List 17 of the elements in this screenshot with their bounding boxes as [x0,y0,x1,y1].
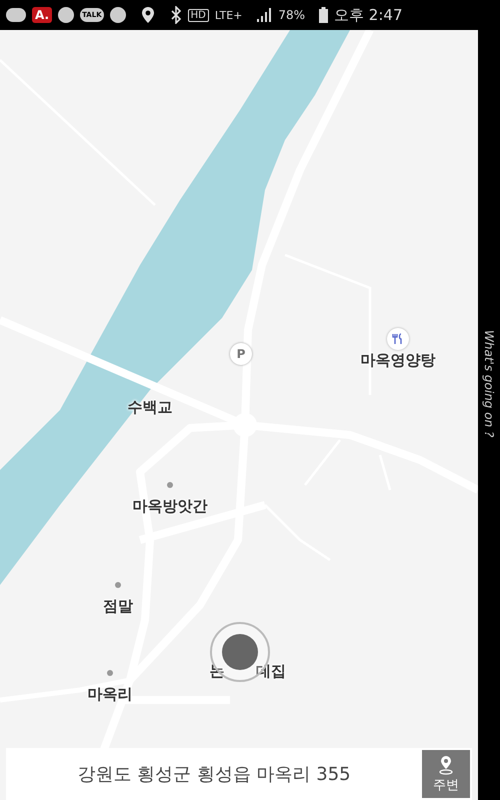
place-label[interactable]: 마옥영양탕 [360,351,436,370]
nearby-button[interactable]: 주변 [422,750,470,798]
network-type-label: LTE+ [214,8,242,22]
clock: 오후 2:47 [334,6,402,24]
signal-icon [256,7,272,23]
place-label[interactable]: 마옥방앗간 [132,497,208,516]
bluetooth-icon [170,6,182,24]
app-notification-icon: A. [32,7,52,23]
place-label[interactable]: 수백교 [128,398,172,417]
place-label[interactable]: 마옥리 [88,685,132,704]
location-icon [140,6,156,24]
battery-icon [319,7,328,23]
location-pin-icon [437,754,455,774]
place-label[interactable]: 점말 [103,597,133,616]
hd-voice-label: HD [188,8,209,22]
battery-percent: 78% [278,8,306,22]
address-text: 강원도 횡성군 횡성읍 마옥리 355 [76,763,352,786]
